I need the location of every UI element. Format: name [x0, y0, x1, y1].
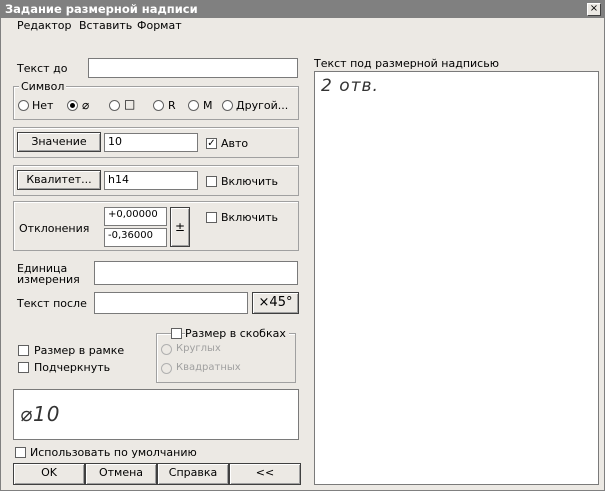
text-before-label: Текст до	[17, 62, 68, 75]
dialog-window: Задание размерной надписи × Редактор Вст…	[0, 0, 605, 491]
text-after-input[interactable]	[94, 292, 248, 314]
radio-other-label: Другой...	[236, 99, 289, 112]
auto-label: Авто	[221, 137, 249, 150]
ok-button[interactable]: OK	[13, 463, 85, 485]
under-text-value: 2 отв.	[321, 76, 379, 96]
underline-label: Подчеркнуть	[34, 361, 111, 374]
cancel-button[interactable]: Отмена	[85, 463, 157, 485]
unit-input[interactable]	[94, 261, 298, 285]
collapse-button[interactable]: <<	[229, 463, 301, 485]
brackets-label: Размер в скобках	[185, 327, 289, 340]
frame-label: Размер в рамке	[34, 344, 125, 357]
radio-square-label: □	[124, 97, 136, 111]
frame-checkbox[interactable]	[18, 345, 29, 356]
symbol-legend: Символ	[19, 80, 67, 93]
quality-button[interactable]: Квалитет...	[17, 170, 101, 190]
preview-box: ⌀10	[13, 389, 299, 440]
underline-checkbox[interactable]	[18, 362, 29, 373]
radio-round[interactable]	[161, 344, 172, 355]
radio-none-label: Нет	[32, 99, 54, 112]
use-default-checkbox[interactable]	[15, 447, 26, 458]
menu-editor[interactable]: Редактор	[17, 19, 72, 32]
lower-deviation-input[interactable]: -0,36000	[104, 228, 167, 247]
radio-diameter[interactable]	[67, 100, 78, 111]
plus-minus-button[interactable]: ±	[170, 207, 190, 247]
help-button[interactable]: Справка	[157, 463, 229, 485]
value-button[interactable]: Значение	[17, 132, 101, 152]
radio-none[interactable]	[18, 100, 29, 111]
under-text-label: Текст под размерной надписью	[314, 57, 499, 70]
text-before-input[interactable]	[88, 58, 298, 78]
under-text-area[interactable]: 2 отв.	[314, 71, 599, 485]
upper-deviation-input[interactable]: +0,00000	[104, 207, 167, 226]
preview-text: ⌀10	[20, 402, 61, 426]
quality-include-checkbox[interactable]	[206, 176, 217, 187]
radio-round-label: Круглых	[176, 343, 221, 354]
radio-metric[interactable]	[188, 100, 199, 111]
radio-square[interactable]	[109, 100, 120, 111]
window-title: Задание размерной надписи	[5, 2, 198, 16]
deviations-include-checkbox[interactable]	[206, 212, 217, 223]
use-default-label: Использовать по умолчанию	[30, 446, 197, 459]
radio-diameter-label: ⌀	[82, 98, 90, 112]
deviations-label: Отклонения	[19, 222, 90, 235]
radio-square-brackets-label: Квадратных	[176, 362, 241, 373]
deviations-include-label: Включить	[221, 211, 279, 224]
times-45-button[interactable]: ×45°	[252, 292, 299, 314]
menu-format[interactable]: Формат	[137, 19, 182, 32]
title-bar: Задание размерной надписи ×	[1, 1, 604, 18]
brackets-group	[156, 333, 296, 383]
menu-insert[interactable]: Вставить	[79, 19, 132, 32]
close-button[interactable]: ×	[587, 3, 601, 16]
quality-include-label: Включить	[221, 175, 279, 188]
auto-checkbox[interactable]: ✓	[206, 138, 217, 149]
menu-bar: Редактор Вставить Формат	[1, 18, 301, 34]
radio-radius-label: R	[168, 99, 176, 112]
radio-radius[interactable]	[153, 100, 164, 111]
radio-square-brackets[interactable]	[161, 363, 172, 374]
value-input[interactable]: 10	[104, 133, 198, 152]
quality-input[interactable]: h14	[104, 171, 198, 190]
radio-other[interactable]	[222, 100, 233, 111]
unit-label: Единица измерения	[17, 262, 80, 286]
text-after-label: Текст после	[17, 297, 87, 310]
radio-metric-label: M	[203, 99, 213, 112]
brackets-checkbox[interactable]	[171, 328, 182, 339]
